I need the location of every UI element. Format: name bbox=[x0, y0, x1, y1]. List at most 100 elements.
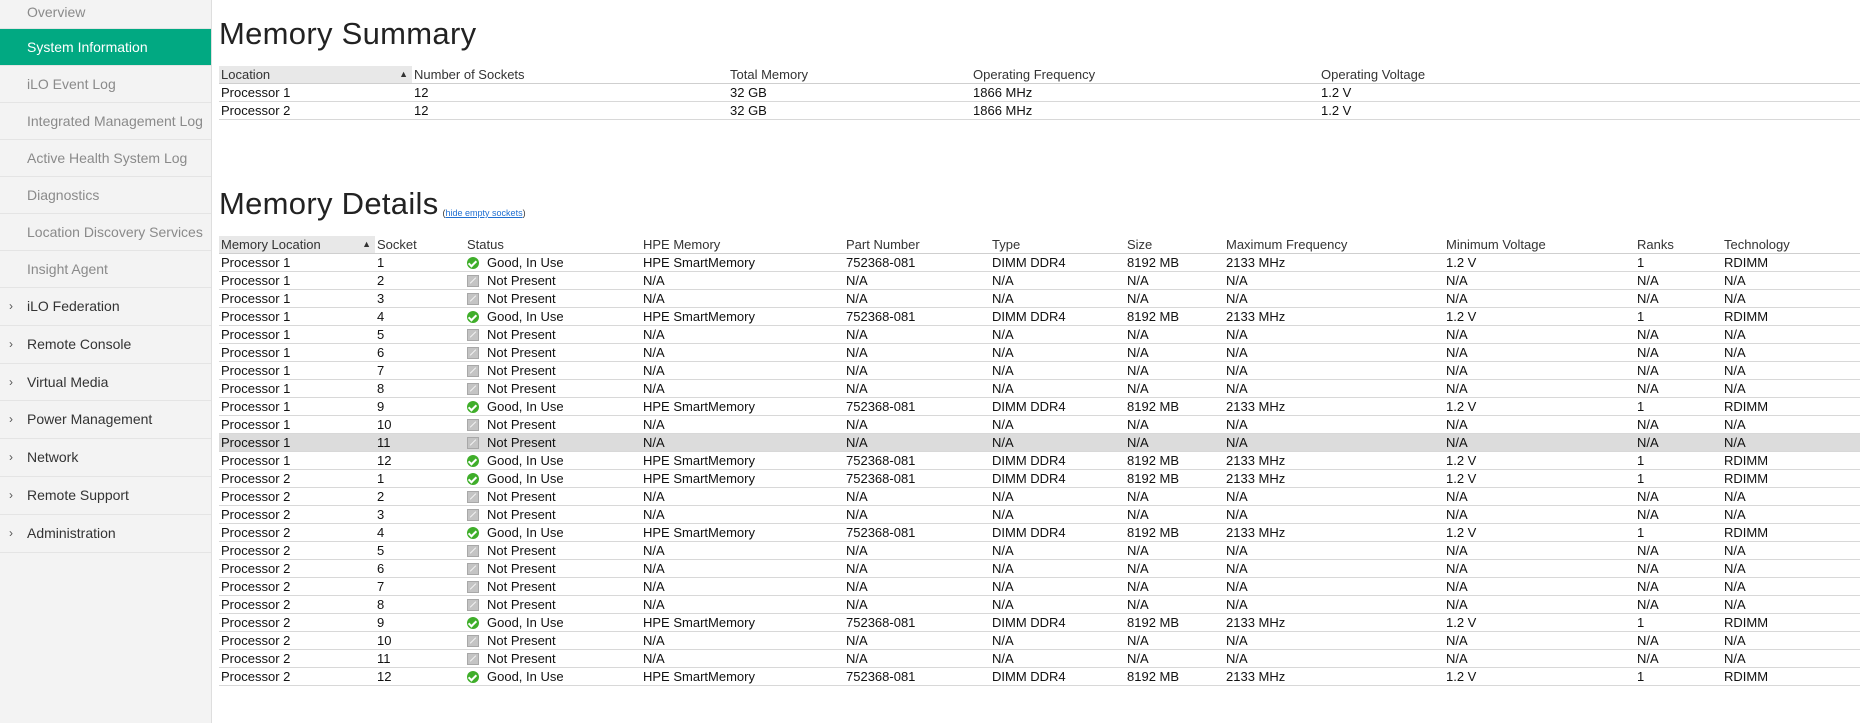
table-cell: Processor 2 bbox=[219, 613, 375, 632]
table-row[interactable]: Processor 1 11 Not Present N/A N/A N/A N/A N/A N… bbox=[219, 433, 1860, 452]
table-cell: 12 bbox=[375, 451, 465, 470]
sidebar-group-remote-console[interactable]: › Remote Console bbox=[0, 326, 211, 364]
table-row[interactable]: Processor 2 3 Not Present N/A N/A N/A N/A N/A N/… bbox=[219, 505, 1860, 524]
table-row[interactable]: Processor 1 2 Not Present N/A N/A N/A N/A N/A N/… bbox=[219, 271, 1860, 290]
summary-col-location[interactable]: Location ▲ bbox=[219, 66, 412, 84]
table-cell: Processor 2 bbox=[219, 487, 375, 506]
sidebar-item-location-discovery-services[interactable]: Location Discovery Services bbox=[0, 214, 211, 251]
table-cell: N/A bbox=[1125, 541, 1224, 560]
summary-col-number-of-sockets[interactable]: Number of Sockets bbox=[412, 66, 728, 84]
sidebar-group-network[interactable]: › Network bbox=[0, 439, 211, 477]
table-row[interactable]: Processor 2 5 Not Present N/A N/A N/A N/A N/A N/… bbox=[219, 541, 1860, 560]
table-row[interactable]: Processor 1 5 Not Present N/A N/A N/A N/A N/A N/… bbox=[219, 325, 1860, 344]
status-text: Not Present bbox=[487, 381, 556, 396]
table-cell: Processor 2 bbox=[219, 667, 375, 686]
sidebar-group-power-management[interactable]: › Power Management bbox=[0, 401, 211, 440]
table-cell: 8192 MB bbox=[1125, 307, 1224, 326]
table-cell: N/A bbox=[1635, 433, 1722, 452]
details-col-socket[interactable]: Socket bbox=[375, 236, 465, 254]
details-col-size[interactable]: Size bbox=[1125, 236, 1224, 254]
table-row[interactable]: Processor 2 7 Not Present N/A N/A N/A N/A N/A N/… bbox=[219, 577, 1860, 596]
chevron-right-icon: › bbox=[9, 525, 13, 540]
table-row[interactable]: Processor 1 1 Good, In Use HPE SmartMemory 7… bbox=[219, 253, 1860, 272]
status-not-present-icon bbox=[467, 437, 479, 449]
sidebar-item-insight-agent[interactable]: Insight Agent bbox=[0, 251, 211, 288]
table-cell: N/A bbox=[641, 595, 844, 614]
table-cell: 12 bbox=[375, 667, 465, 686]
sidebar-item-overview[interactable]: Overview bbox=[0, 0, 211, 29]
table-cell: 4 bbox=[375, 307, 465, 326]
details-col-minimum-voltage[interactable]: Minimum Voltage bbox=[1444, 236, 1635, 254]
sidebar-group-remote-support[interactable]: › Remote Support bbox=[0, 477, 211, 515]
table-row[interactable]: Processor 1 12 32 GB 1866 MHz 1.2 V bbox=[219, 83, 1860, 102]
table-row[interactable]: Processor 2 10 Not Present N/A N/A N/A N/A N/A N… bbox=[219, 631, 1860, 650]
table-cell: 1866 MHz bbox=[971, 83, 1319, 102]
table-cell: 1 bbox=[375, 253, 465, 272]
table-cell: Processor 2 bbox=[219, 631, 375, 650]
details-col-ranks[interactable]: Ranks bbox=[1635, 236, 1722, 254]
summary-col-total-memory[interactable]: Total Memory bbox=[728, 66, 971, 84]
sidebar-group-ilo-federation[interactable]: › iLO Federation bbox=[0, 288, 211, 326]
details-col-part-number[interactable]: Part Number bbox=[844, 236, 990, 254]
table-cell: N/A bbox=[844, 271, 990, 290]
table-row[interactable]: Processor 1 9 Good, In Use HPE SmartMemory 7… bbox=[219, 397, 1860, 416]
table-cell: HPE SmartMemory bbox=[641, 253, 844, 272]
table-row[interactable]: Processor 2 6 Not Present N/A N/A N/A N/A N/A N/… bbox=[219, 559, 1860, 578]
table-cell: 11 bbox=[375, 649, 465, 668]
sidebar-item-diagnostics[interactable]: Diagnostics bbox=[0, 177, 211, 214]
table-cell: Good, In Use bbox=[465, 523, 641, 542]
summary-col-operating-frequency[interactable]: Operating Frequency bbox=[971, 66, 1319, 84]
table-cell: N/A bbox=[1224, 289, 1444, 308]
summary-col-operating-voltage[interactable]: Operating Voltage bbox=[1319, 66, 1860, 84]
table-row[interactable]: Processor 2 11 Not Present N/A N/A N/A N/A N/A N… bbox=[219, 649, 1860, 668]
status-text: Not Present bbox=[487, 417, 556, 432]
details-col-hpe-memory[interactable]: HPE Memory bbox=[641, 236, 844, 254]
table-row[interactable]: Processor 1 7 Not Present N/A N/A N/A N/A N/A N/… bbox=[219, 361, 1860, 380]
sidebar-item-active-health-system-log[interactable]: Active Health System Log bbox=[0, 140, 211, 177]
table-cell: Processor 1 bbox=[219, 397, 375, 416]
table-row[interactable]: Processor 1 3 Not Present N/A N/A N/A N/A N/A N/… bbox=[219, 289, 1860, 308]
details-col-type[interactable]: Type bbox=[990, 236, 1125, 254]
table-row[interactable]: Processor 1 6 Not Present N/A N/A N/A N/A N/A N/… bbox=[219, 343, 1860, 362]
table-cell: Processor 2 bbox=[219, 559, 375, 578]
sidebar-item-ilo-event-log[interactable]: iLO Event Log bbox=[0, 66, 211, 103]
sidebar-item-system-information[interactable]: System Information bbox=[0, 29, 211, 66]
table-cell: HPE SmartMemory bbox=[641, 469, 844, 488]
column-header-label: Memory Location bbox=[221, 237, 321, 252]
column-header-label: Ranks bbox=[1637, 237, 1674, 252]
table-cell: Processor 1 bbox=[219, 325, 375, 344]
status-not-present-icon bbox=[467, 365, 479, 377]
table-cell: N/A bbox=[1125, 577, 1224, 596]
status-text: Good, In Use bbox=[487, 309, 564, 324]
table-row[interactable]: Processor 2 4 Good, In Use HPE SmartMemory 7… bbox=[219, 523, 1860, 542]
status-ok-icon bbox=[467, 617, 479, 629]
table-cell: N/A bbox=[844, 487, 990, 506]
sidebar-group-virtual-media[interactable]: › Virtual Media bbox=[0, 364, 211, 402]
details-col-maximum-frequency[interactable]: Maximum Frequency bbox=[1224, 236, 1444, 254]
table-row[interactable]: Processor 1 8 Not Present N/A N/A N/A N/A N/A N/… bbox=[219, 379, 1860, 398]
details-col-technology[interactable]: Technology bbox=[1722, 236, 1860, 254]
table-cell: N/A bbox=[1224, 559, 1444, 578]
table-row[interactable]: Processor 2 8 Not Present N/A N/A N/A N/A N/A N/… bbox=[219, 595, 1860, 614]
table-row[interactable]: Processor 1 4 Good, In Use HPE SmartMemory 7… bbox=[219, 307, 1860, 326]
sidebar-group-administration[interactable]: › Administration bbox=[0, 515, 211, 553]
table-cell: 8192 MB bbox=[1125, 397, 1224, 416]
status-not-present-icon bbox=[467, 599, 479, 611]
details-col-memory-location[interactable]: Memory Location ▲ bbox=[219, 236, 375, 254]
hide-empty-sockets-link[interactable]: hide empty sockets bbox=[446, 208, 523, 218]
table-row[interactable]: Processor 2 9 Good, In Use HPE SmartMemory 7… bbox=[219, 613, 1860, 632]
status-not-present-icon bbox=[467, 491, 479, 503]
table-cell: N/A bbox=[1224, 487, 1444, 506]
table-cell: N/A bbox=[1444, 505, 1635, 524]
sidebar-item-integrated-management-log[interactable]: Integrated Management Log bbox=[0, 103, 211, 140]
table-row[interactable]: Processor 2 12 Good, In Use HPE SmartMemory… bbox=[219, 667, 1860, 686]
table-row[interactable]: Processor 2 1 Good, In Use HPE SmartMemory 7… bbox=[219, 469, 1860, 488]
table-cell: N/A bbox=[844, 649, 990, 668]
table-row[interactable]: Processor 2 12 32 GB 1866 MHz 1.2 V bbox=[219, 101, 1860, 120]
table-row[interactable]: Processor 1 10 Not Present N/A N/A N/A N/A N/A N… bbox=[219, 415, 1860, 434]
table-cell: HPE SmartMemory bbox=[641, 523, 844, 542]
details-col-status[interactable]: Status bbox=[465, 236, 641, 254]
table-cell: N/A bbox=[1722, 361, 1860, 380]
table-row[interactable]: Processor 2 2 Not Present N/A N/A N/A N/A N/A N/… bbox=[219, 487, 1860, 506]
table-row[interactable]: Processor 1 12 Good, In Use HPE SmartMemory… bbox=[219, 451, 1860, 470]
